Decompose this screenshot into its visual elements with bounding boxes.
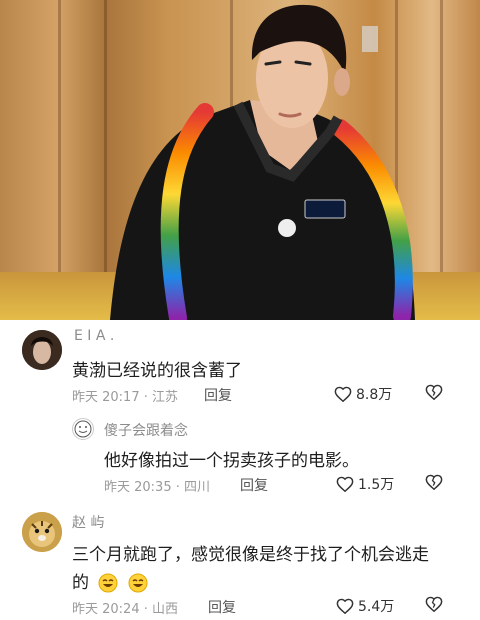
comment-username[interactable]: 傻子会跟着念	[104, 420, 188, 440]
heart-icon	[336, 598, 354, 614]
broken-heart-icon	[425, 474, 443, 491]
broken-heart-icon	[425, 596, 443, 613]
like-count: 1.5万	[358, 477, 395, 493]
like-button[interactable]: 1.5万	[336, 474, 394, 494]
avatar[interactable]	[22, 330, 62, 370]
video-frame[interactable]	[0, 0, 480, 320]
dislike-button[interactable]	[425, 474, 443, 494]
comment-text: 他好像拍过一个拐卖孩子的电影。	[104, 451, 359, 471]
comment-username[interactable]: E I A .	[74, 328, 114, 344]
avatar-smiley-icon	[74, 420, 92, 438]
heart-icon	[336, 476, 354, 492]
comment-meta: 昨天 20:17 · 江苏	[72, 390, 178, 405]
laughing-emoji-icon	[98, 573, 118, 593]
dislike-button[interactable]	[425, 596, 443, 616]
reply-button[interactable]: 回复	[240, 475, 268, 495]
avatar-tiger-icon	[22, 512, 62, 552]
comment-meta: 昨天 20:24 · 山西	[72, 602, 178, 617]
avatar[interactable]	[72, 418, 94, 440]
avatar[interactable]	[22, 512, 62, 552]
comment-text-continued: 的	[72, 568, 148, 593]
reply-button[interactable]: 回复	[204, 385, 232, 405]
laughing-emoji-icon	[128, 573, 148, 593]
person-figure	[110, 4, 415, 320]
dislike-button[interactable]	[425, 384, 443, 404]
comment-meta: 昨天 20:35 · 四川	[104, 480, 210, 495]
like-count: 8.8万	[356, 387, 393, 403]
comment-text: 三个月就跑了，感觉很像是终于找了个机会逃走	[72, 545, 429, 565]
comment-list: E I A . 黄渤已经说的很含蓄了 昨天 20:17 · 江苏 回复 8.8万…	[0, 320, 480, 620]
like-button[interactable]: 5.4万	[336, 596, 394, 616]
comment-text-tail: 的	[72, 573, 89, 593]
reply-button[interactable]: 回复	[208, 597, 236, 617]
comment-username[interactable]: 赵 屿	[72, 512, 104, 532]
like-count: 5.4万	[358, 599, 395, 615]
heart-icon	[334, 386, 352, 402]
avatar-portrait-icon	[22, 330, 62, 370]
like-button[interactable]: 8.8万	[334, 384, 392, 404]
comment-text: 黄渤已经说的很含蓄了	[72, 361, 242, 381]
broken-heart-icon	[425, 384, 443, 401]
